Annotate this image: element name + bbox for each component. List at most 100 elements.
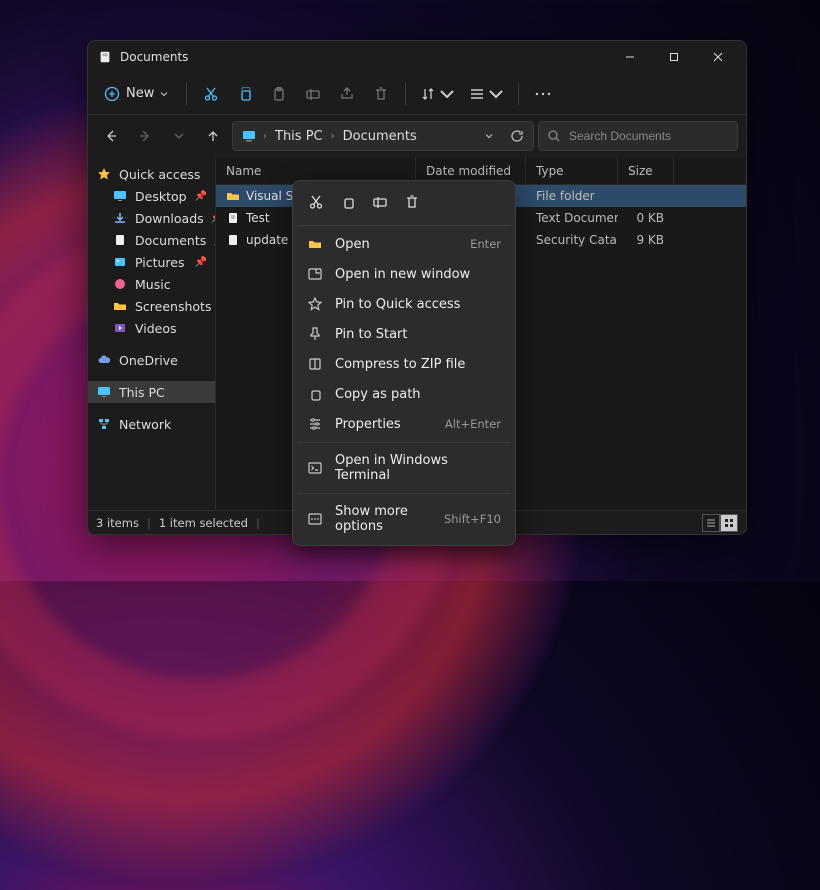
recent-button[interactable] [164,121,194,151]
cut-icon [308,194,324,210]
copy-icon [340,194,356,210]
ctx-copy-path[interactable]: Copy as path [297,379,511,409]
share-icon [339,86,355,102]
context-menu: Open Enter Open in new window Pin to Qui… [292,180,516,546]
terminal-icon [307,460,323,476]
sidebar-onedrive[interactable]: OneDrive [88,349,215,371]
ctx-cut-button[interactable] [301,188,331,216]
view-thumbnails-button[interactable] [720,514,738,532]
pin-icon [307,326,323,342]
ctx-delete-button[interactable] [397,188,427,216]
copy-icon [237,86,253,102]
sidebar-pictures[interactable]: Pictures📌 [88,251,215,273]
music-icon [113,277,127,291]
videos-icon [113,321,127,335]
open-icon [307,236,323,252]
cut-icon [203,86,219,102]
ctx-rename-button[interactable] [365,188,395,216]
sidebar-quick-access[interactable]: Quick access [88,163,215,185]
sidebar-videos[interactable]: Videos [88,317,215,339]
sidebar-documents[interactable]: Documents📌 [88,229,215,251]
up-button[interactable] [198,121,228,151]
search-box[interactable] [538,121,738,151]
breadcrumb-documents[interactable]: Documents [339,127,421,146]
paste-button[interactable] [263,78,295,110]
chevron-down-icon [484,131,494,141]
close-button[interactable] [696,42,740,72]
copy-button[interactable] [229,78,261,110]
back-button[interactable] [96,121,126,151]
share-button[interactable] [331,78,363,110]
rename-icon [372,194,388,210]
grid-icon [724,518,734,528]
sidebar-network[interactable]: Network [88,413,215,435]
chevron-down-icon [488,86,504,102]
view-button[interactable] [463,78,510,110]
view-details-button[interactable] [702,514,720,532]
sidebar-this-pc[interactable]: This PC [88,381,215,403]
sidebar-downloads[interactable]: Downloads📌 [88,207,215,229]
sidebar-music[interactable]: Music [88,273,215,295]
ctx-open-new-window[interactable]: Open in new window [297,259,511,289]
properties-icon [307,416,323,432]
column-type[interactable]: Type [526,157,618,184]
breadcrumb-this-pc[interactable]: This PC [271,127,327,146]
search-icon [547,129,561,143]
nav-row: › This PC › Documents [88,115,746,157]
pin-icon: 📌 [195,191,207,202]
rename-button[interactable] [297,78,329,110]
ctx-open[interactable]: Open Enter [297,229,511,259]
chevron-right-icon: › [331,131,335,142]
sidebar-desktop[interactable]: Desktop📌 [88,185,215,207]
delete-button[interactable] [365,78,397,110]
view-icon [469,86,485,102]
sidebar-screenshots[interactable]: Screenshots [88,295,215,317]
minimize-button[interactable] [608,42,652,72]
ctx-copy-button[interactable] [333,188,363,216]
arrow-up-icon [206,129,220,143]
chevron-down-icon [439,86,455,102]
ctx-terminal[interactable]: Open in Windows Terminal [297,446,511,490]
maximize-button[interactable] [652,42,696,72]
window-title: Documents [120,50,608,64]
rename-icon [305,86,321,102]
sort-button[interactable] [414,78,461,110]
ctx-show-more[interactable]: Show more options Shift+F10 [297,497,511,541]
pin-icon: 📌 [195,257,207,268]
chevron-down-icon [160,90,168,98]
trash-icon [373,86,389,102]
refresh-button[interactable] [505,129,529,143]
pictures-icon [113,255,127,269]
folder-icon [226,189,240,203]
search-input[interactable] [569,129,729,143]
status-items: 3 items [96,516,139,530]
more-icon [307,511,323,527]
ctx-pin-quick[interactable]: Pin to Quick access [297,289,511,319]
titlebar[interactable]: Documents [88,41,746,73]
plus-circle-icon [104,86,120,102]
ctx-properties[interactable]: Properties Alt+Enter [297,409,511,439]
address-bar[interactable]: › This PC › Documents [232,121,534,151]
zip-icon [307,356,323,372]
pc-icon [241,128,257,144]
more-button[interactable] [527,78,559,110]
desktop-icon [113,189,127,203]
column-size[interactable]: Size [618,157,674,184]
chevron-down-icon [172,129,186,143]
toolbar: New [88,73,746,115]
app-icon [98,50,112,64]
status-selected: 1 item selected [159,516,248,530]
forward-button[interactable] [130,121,160,151]
ctx-pin-start[interactable]: Pin to Start [297,319,511,349]
ctx-compress[interactable]: Compress to ZIP file [297,349,511,379]
file-icon [226,211,240,225]
cut-button[interactable] [195,78,227,110]
address-dropdown[interactable] [477,131,501,141]
chevron-right-icon: › [263,131,267,142]
network-icon [97,417,111,431]
new-button[interactable]: New [94,82,178,106]
sort-icon [420,86,436,102]
documents-icon [113,233,127,247]
cloud-icon [97,353,111,367]
arrow-right-icon [138,129,152,143]
